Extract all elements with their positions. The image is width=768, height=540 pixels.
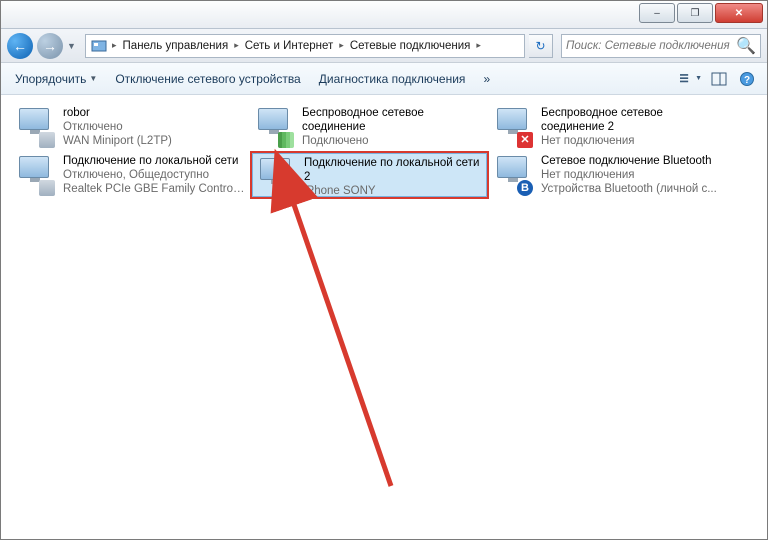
window-buttons: – ❐ ✕ bbox=[639, 3, 763, 28]
refresh-button[interactable]: ↻ bbox=[529, 34, 553, 58]
connection-name: Беспроводное сетевое соединение bbox=[302, 106, 485, 134]
connection-name: Подключение по локальной сети bbox=[63, 154, 246, 168]
toolbar: Упорядочить▼ Отключение сетевого устройс… bbox=[1, 63, 767, 95]
connection-device: iPhone SONY bbox=[304, 184, 483, 198]
search-icon: 🔍 bbox=[736, 36, 756, 56]
connection-name: Беспроводное сетевое соединение 2 bbox=[541, 106, 724, 134]
connection-text: Беспроводное сетевое соединениеПодключен… bbox=[302, 106, 485, 148]
organize-menu[interactable]: Упорядочить▼ bbox=[9, 68, 103, 90]
connection-name: Подключение по локальной сети 2 bbox=[304, 156, 483, 184]
connection-name: robor bbox=[63, 106, 172, 120]
connection-item[interactable]: B Сетевое подключение BluetoothНет подклю… bbox=[489, 151, 728, 199]
address-bar[interactable]: ▸ Панель управления ▸ Сеть и Интернет ▸ … bbox=[85, 34, 525, 58]
nav-bar: ← → ▼ ▸ Панель управления ▸ Сеть и Интер… bbox=[1, 29, 767, 63]
connection-status: Нет подключения bbox=[541, 134, 724, 148]
diagnose-button[interactable]: Диагностика подключения bbox=[313, 68, 472, 90]
svg-text:?: ? bbox=[744, 75, 750, 86]
connection-item[interactable]: ✕ Беспроводное сетевое соединение 2Нет по… bbox=[489, 103, 728, 151]
view-controls: ▼ ? bbox=[679, 68, 759, 90]
connections-list: roborОтключеноWAN Miniport (L2TP) Беспров… bbox=[1, 95, 767, 207]
network-adapter-icon bbox=[256, 156, 298, 198]
connection-text: Подключение по локальной сетиОтключено, … bbox=[63, 154, 246, 196]
disable-device-button[interactable]: Отключение сетевого устройства bbox=[109, 68, 306, 90]
connection-item[interactable]: Подключение по локальной сетиОтключено, … bbox=[11, 151, 250, 199]
search-input[interactable] bbox=[566, 40, 732, 52]
cable-badge-icon bbox=[280, 182, 296, 198]
cable-badge-icon bbox=[39, 132, 55, 148]
connection-status: Отключено, Общедоступно bbox=[63, 168, 246, 182]
network-adapter-icon bbox=[254, 106, 296, 148]
network-adapter-icon bbox=[15, 106, 57, 148]
connection-text: Подключение по локальной сети 2iPhone SO… bbox=[304, 156, 483, 198]
title-bar: – ❐ ✕ bbox=[1, 1, 767, 29]
connection-text: roborОтключеноWAN Miniport (L2TP) bbox=[63, 106, 172, 148]
help-button[interactable]: ? bbox=[735, 68, 759, 90]
connection-item[interactable]: roborОтключеноWAN Miniport (L2TP) bbox=[11, 103, 250, 151]
breadcrumb-item[interactable]: Панель управления bbox=[119, 40, 233, 52]
search-box[interactable]: 🔍 bbox=[561, 34, 761, 58]
connection-text: Сетевое подключение BluetoothНет подключ… bbox=[541, 154, 717, 196]
connection-name: Сетевое подключение Bluetooth bbox=[541, 154, 717, 168]
more-tools-button[interactable]: » bbox=[477, 68, 496, 90]
connection-item[interactable]: Беспроводное сетевое соединениеПодключен… bbox=[250, 103, 489, 151]
chevron-down-icon: ▼ bbox=[695, 75, 702, 82]
bars-badge-icon bbox=[278, 132, 294, 148]
network-adapter-icon bbox=[15, 154, 57, 196]
breadcrumb-item[interactable]: Сетевые подключения bbox=[346, 40, 475, 52]
bt-badge-icon: B bbox=[517, 180, 533, 196]
cable-badge-icon bbox=[39, 180, 55, 196]
view-options-button[interactable]: ▼ bbox=[679, 68, 703, 90]
connection-status: Отключено bbox=[63, 120, 172, 134]
connection-status: Подключено bbox=[302, 134, 485, 148]
back-button[interactable]: ← bbox=[7, 33, 33, 59]
connection-status: Нет подключения bbox=[541, 168, 717, 182]
connection-text: Беспроводное сетевое соединение 2Нет под… bbox=[541, 106, 724, 148]
forward-button[interactable]: → bbox=[37, 33, 63, 59]
maximize-button[interactable]: ❐ bbox=[677, 3, 713, 23]
nav-history-drop[interactable]: ▼ bbox=[67, 41, 81, 51]
connection-item[interactable]: Подключение по локальной сети 2iPhone SO… bbox=[250, 151, 489, 199]
network-adapter-icon: ✕ bbox=[493, 106, 535, 148]
chevron-down-icon: ▼ bbox=[89, 74, 97, 83]
breadcrumb-item[interactable]: Сеть и Интернет bbox=[241, 40, 338, 52]
chevron-right-icon[interactable]: ▸ bbox=[474, 40, 483, 51]
chevron-right-icon[interactable]: ▸ bbox=[110, 40, 119, 51]
chevron-right-icon[interactable]: ▸ bbox=[337, 40, 346, 51]
connection-device: Realtek PCIe GBE Family Controller bbox=[63, 182, 246, 196]
connection-device: Устройства Bluetooth (личной с... bbox=[541, 182, 717, 196]
network-adapter-icon: B bbox=[493, 154, 535, 196]
close-button[interactable]: ✕ bbox=[715, 3, 763, 23]
annotation-arrow bbox=[261, 186, 421, 511]
connection-device: WAN Miniport (L2TP) bbox=[63, 134, 172, 148]
red-x-badge-icon: ✕ bbox=[517, 132, 533, 148]
minimize-button[interactable]: – bbox=[639, 3, 675, 23]
chevron-right-icon[interactable]: ▸ bbox=[232, 40, 241, 51]
control-panel-icon bbox=[90, 37, 108, 55]
preview-pane-button[interactable] bbox=[707, 68, 731, 90]
